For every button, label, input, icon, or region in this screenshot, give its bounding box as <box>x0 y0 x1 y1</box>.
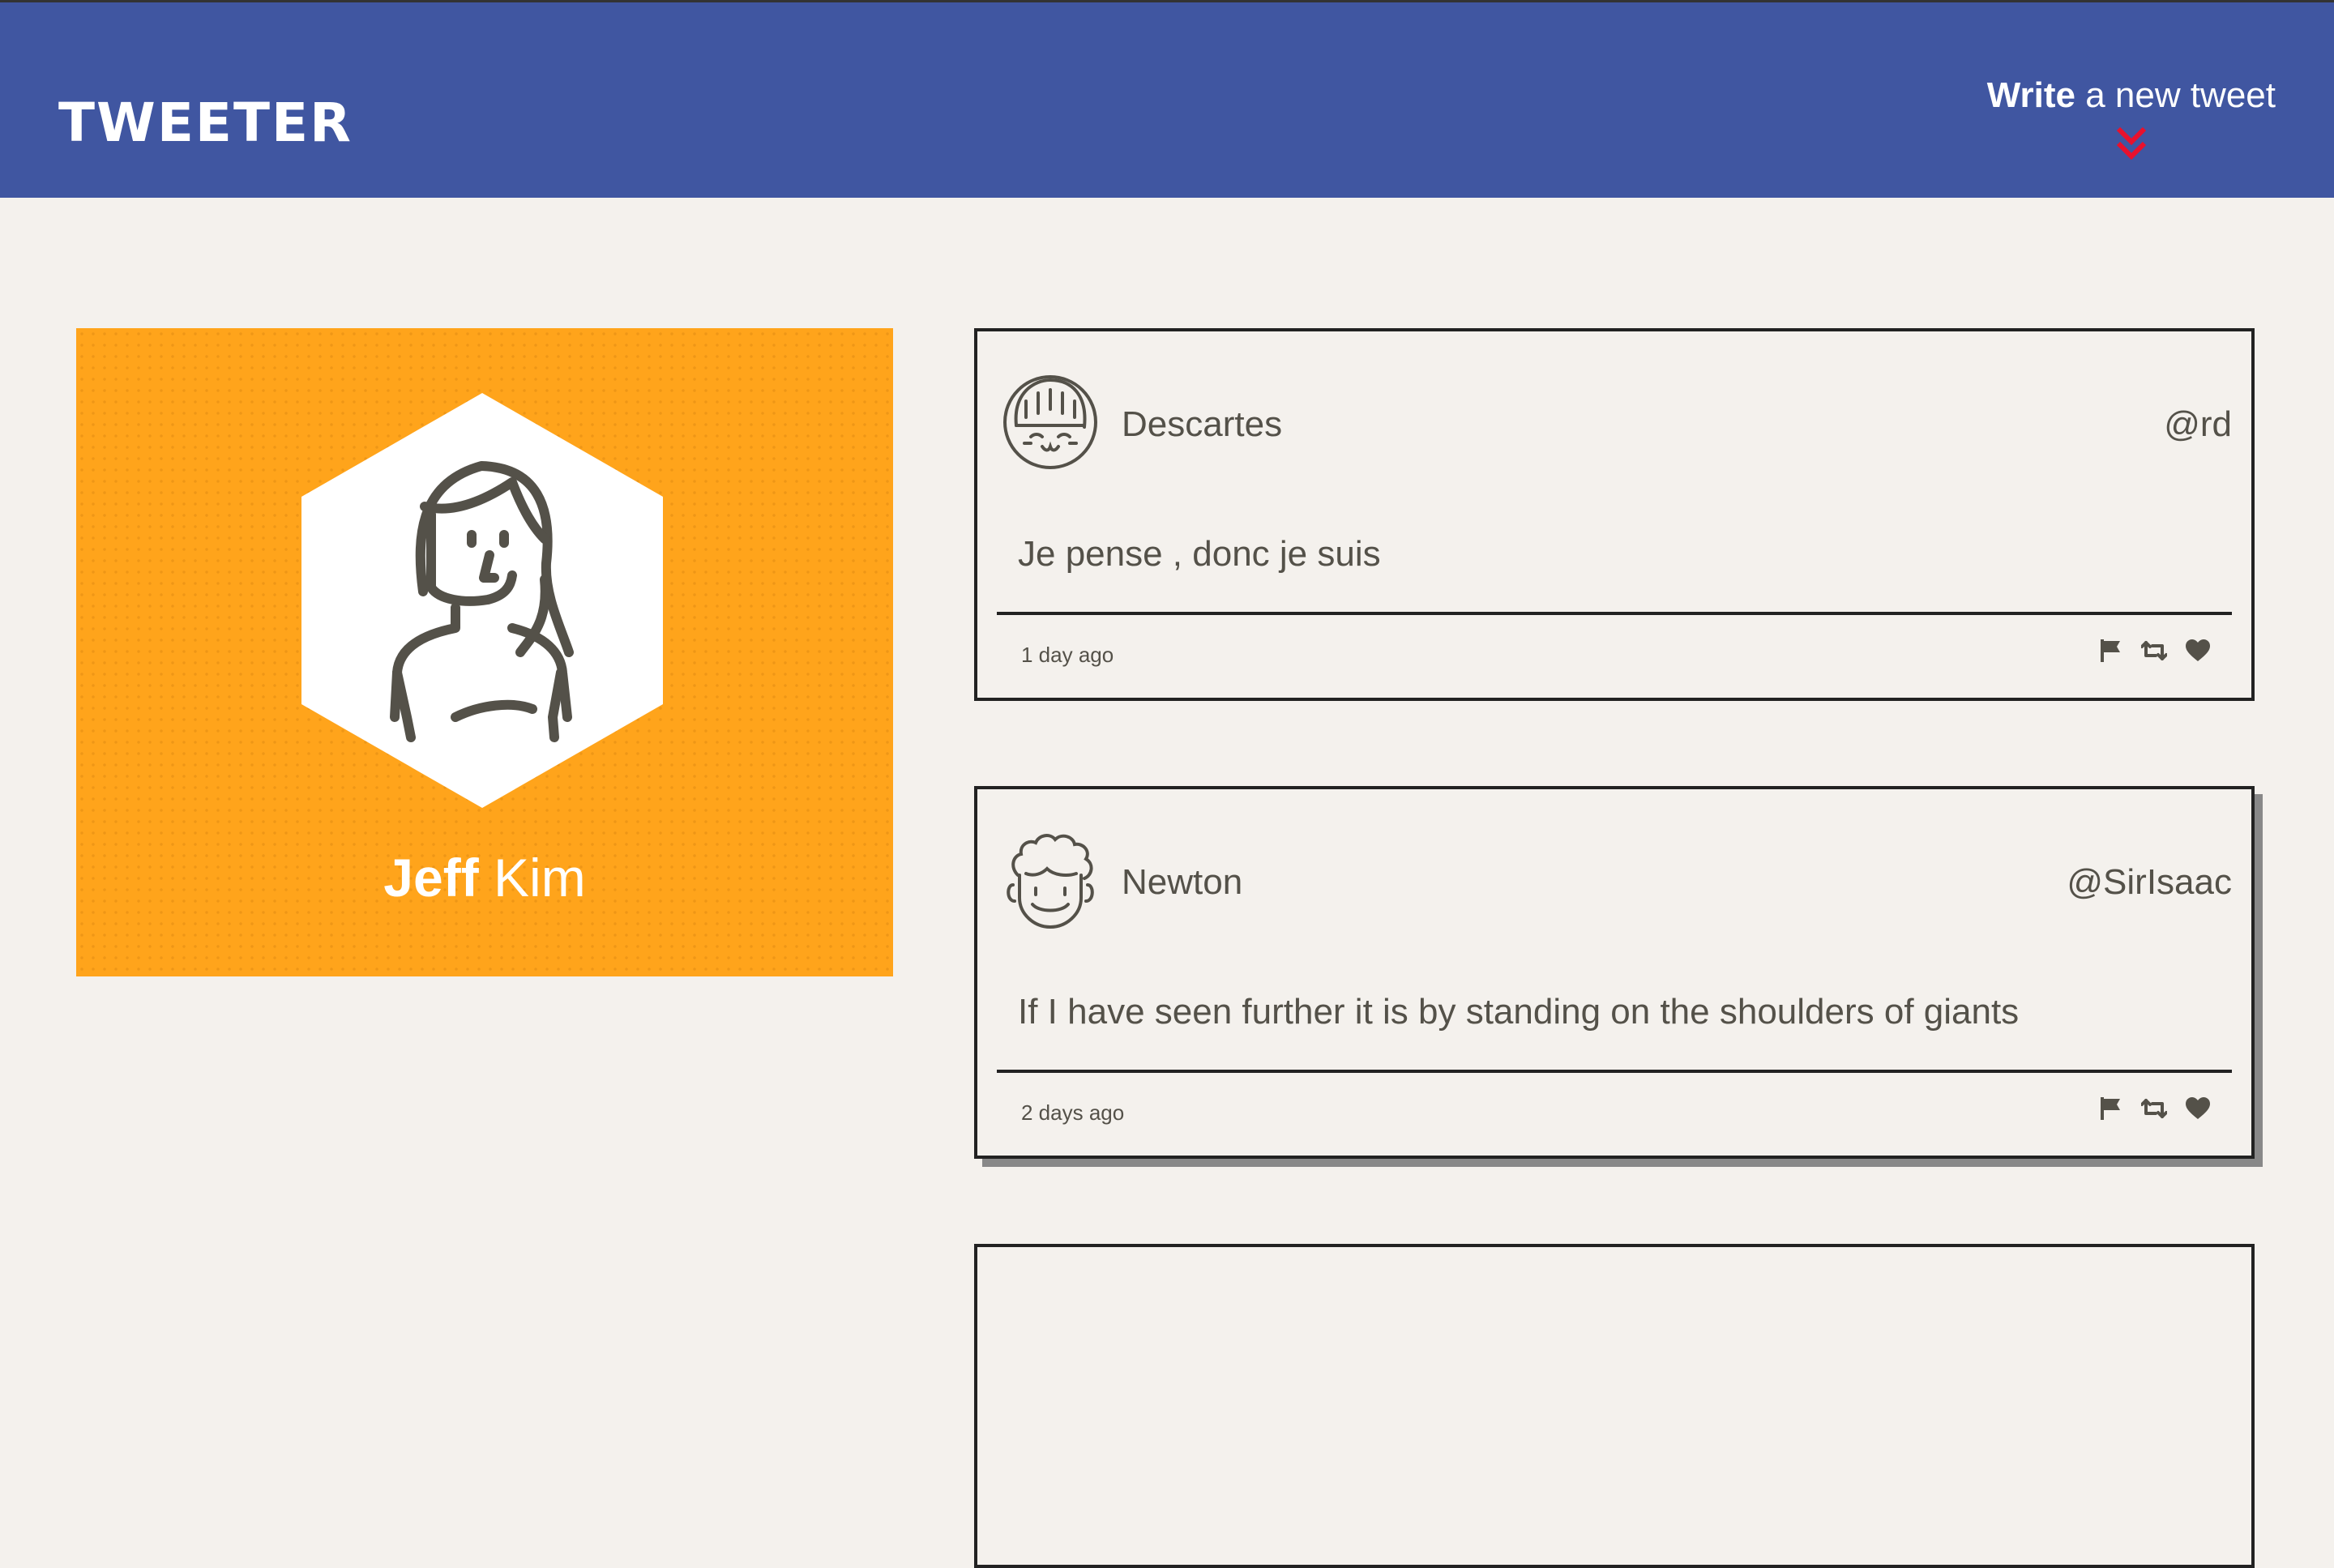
profile-name: Jeff Kim <box>76 847 893 908</box>
profile-card: Jeff Kim <box>76 328 893 976</box>
tweet-author-name: Newton <box>1122 862 1243 902</box>
retweet-icon[interactable] <box>2140 1096 2168 1122</box>
tweet-timestamp: 2 days ago <box>1021 1100 1125 1125</box>
tweet-author-name: Descartes <box>1122 404 1283 444</box>
tweet-divider <box>997 612 2232 615</box>
curly-hair-avatar-icon <box>1007 834 1094 929</box>
retweet-icon[interactable] <box>2140 638 2168 664</box>
flag-icon[interactable] <box>2097 638 2123 664</box>
compose-label: a new tweet <box>2075 75 2276 115</box>
profile-last-name: Kim <box>494 848 586 908</box>
tweet-divider <box>997 1070 2232 1073</box>
profile-first-name: Jeff <box>383 848 479 908</box>
brand-logo[interactable]: Tweeter <box>58 92 353 154</box>
flag-icon[interactable] <box>2097 1096 2123 1122</box>
tweet-timestamp: 1 day ago <box>1021 643 1114 667</box>
heart-icon[interactable] <box>2185 1096 2211 1122</box>
navbar: Tweeter Write a new tweet <box>0 2 2334 198</box>
tweet-card[interactable]: Descartes @rd Je pense , donc je suis 1 … <box>974 328 2255 701</box>
compose-label-bold: Write <box>1986 75 2075 115</box>
profile-hexagon-avatar <box>301 393 663 808</box>
tweet-actions <box>2097 638 2211 664</box>
heart-icon[interactable] <box>2185 638 2211 664</box>
girl-avatar-icon <box>1003 375 1097 469</box>
tweet-text: Je pense , donc je suis <box>1018 534 1381 574</box>
compose-tweet-toggle[interactable]: Write a new tweet <box>1986 75 2276 160</box>
tweet-author-handle: @SirIsaac <box>2067 862 2232 902</box>
tweet-actions <box>2097 1096 2211 1122</box>
tweet-text: If I have seen further it is by standing… <box>1018 992 2020 1032</box>
tweet-card[interactable] <box>974 1244 2255 1568</box>
double-chevron-down-icon[interactable] <box>2114 126 2149 163</box>
tweet-card[interactable]: Newton @SirIsaac If I have seen further … <box>974 786 2255 1159</box>
tweet-author-handle: @rd <box>2164 404 2232 444</box>
